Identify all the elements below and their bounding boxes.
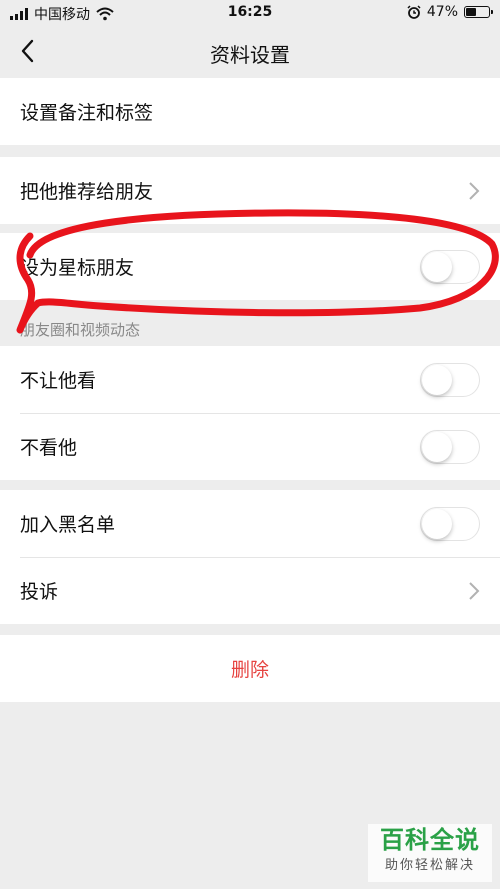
status-bar: 中国移动 16:25 47% (0, 0, 500, 26)
status-right: 47% (407, 4, 493, 20)
hide-my-posts-label: 不让他看 (20, 370, 97, 392)
remark-label: 设置备注和标签 (20, 102, 154, 124)
chevron-right-icon (469, 582, 480, 600)
chevron-right-icon (469, 182, 480, 200)
watermark-main: 百科全说 (380, 826, 480, 854)
group-star: 设为星标朋友 (0, 233, 500, 300)
report-label: 投诉 (20, 581, 59, 603)
battery-percent: 47% (426, 4, 458, 20)
group-block: 加入黑名单 投诉 (0, 490, 500, 624)
moments-section-label: 朋友圈和视频动态 (20, 321, 141, 339)
report-row[interactable]: 投诉 (0, 557, 500, 624)
group-delete: 删除 (0, 635, 500, 702)
remark-row[interactable]: 设置备注和标签 (0, 78, 500, 145)
toggle-knob (422, 432, 452, 462)
star-label: 设为星标朋友 (20, 257, 135, 279)
recommend-label: 把他推荐给朋友 (20, 181, 154, 203)
delete-label: 删除 (230, 659, 269, 681)
hide-my-posts-toggle[interactable] (420, 363, 480, 397)
blacklist-toggle[interactable] (420, 507, 480, 541)
star-toggle[interactable] (420, 250, 480, 284)
battery-fill (466, 8, 476, 16)
nav-bar: 资料设置 (0, 26, 500, 78)
toggle-knob (422, 252, 452, 282)
blacklist-label: 加入黑名单 (20, 514, 116, 536)
blacklist-row: 加入黑名单 (0, 490, 500, 557)
hide-his-posts-label: 不看他 (20, 437, 78, 459)
alarm-icon (407, 5, 421, 19)
delete-button[interactable]: 删除 (0, 635, 500, 702)
hide-his-posts-row: 不看他 (0, 413, 500, 480)
hide-his-posts-toggle[interactable] (420, 430, 480, 464)
toggle-knob (422, 509, 452, 539)
page-title: 资料设置 (210, 43, 290, 67)
watermark-sub: 助你轻松解决 (384, 858, 475, 873)
recommend-row[interactable]: 把他推荐给朋友 (0, 157, 500, 224)
group-recommend: 把他推荐给朋友 (0, 157, 500, 224)
hide-my-posts-row: 不让他看 (0, 346, 500, 413)
group-remark: 设置备注和标签 (0, 78, 500, 145)
toggle-knob (422, 365, 452, 395)
star-row: 设为星标朋友 (0, 233, 500, 300)
watermark: 百科全说 助你轻松解决 (368, 824, 492, 882)
battery-icon (464, 6, 493, 18)
group-moments: 不让他看 不看他 (0, 346, 500, 480)
